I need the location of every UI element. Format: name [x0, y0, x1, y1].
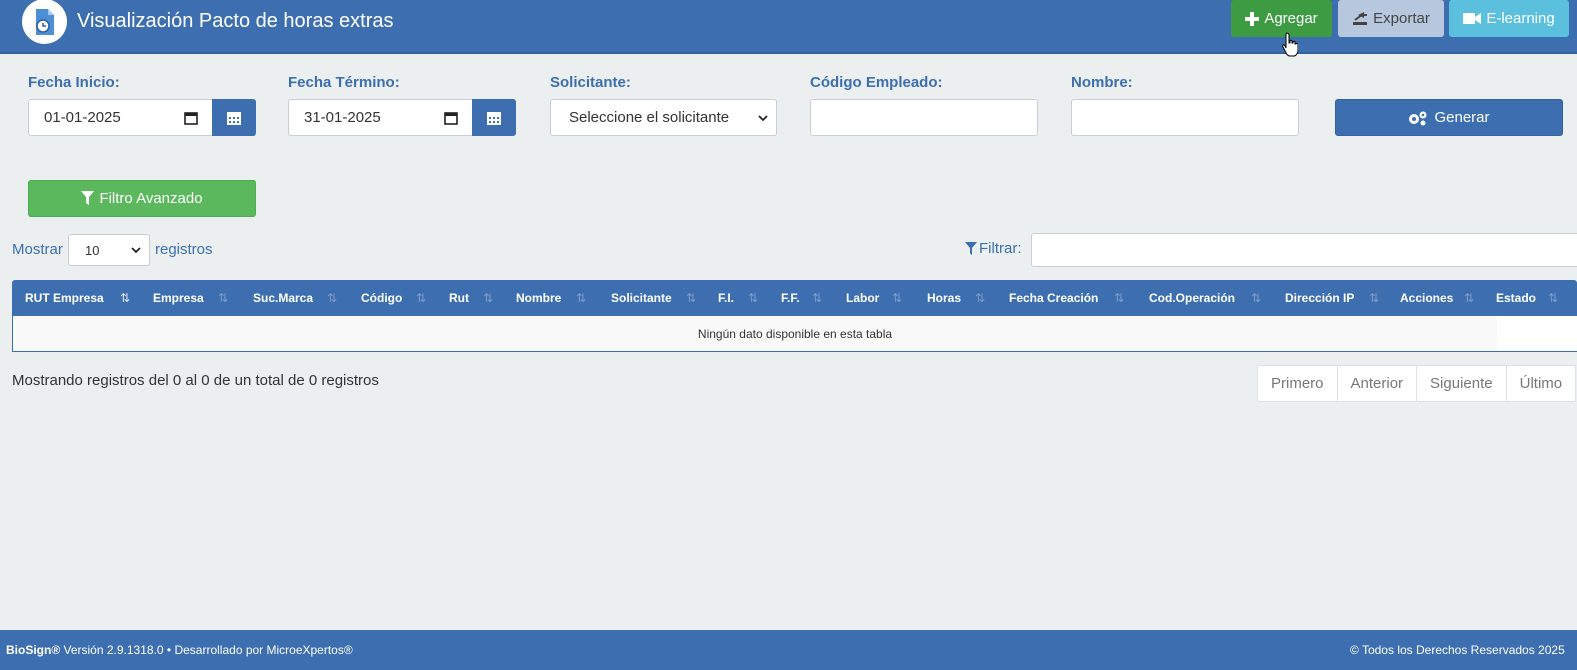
codigo-empleado-label: Código Empleado:	[810, 74, 943, 91]
sort-icon: ⇅	[1464, 291, 1475, 305]
pagination-prev-button[interactable]: Anterior	[1336, 365, 1418, 402]
col-suc-marca[interactable]: Suc.Marca	[253, 280, 313, 316]
calendar-icon	[227, 111, 241, 125]
empty-message: Ningún dato disponible en esta tabla	[697, 326, 893, 341]
table-cell-estado	[1497, 316, 1577, 351]
show-suffix: registros	[155, 241, 213, 258]
video-camera-icon	[1463, 13, 1482, 24]
pagination-first-button[interactable]: Primero	[1257, 365, 1338, 402]
app-header: Visualización Pacto de horas extras Agre…	[0, 0, 1577, 54]
codigo-empleado-input[interactable]	[810, 99, 1038, 136]
sort-icon: ⇅	[1114, 291, 1125, 305]
sort-icon: ⇅	[416, 291, 427, 305]
export-button[interactable]: Exportar	[1338, 0, 1444, 37]
app-footer: BioSign® Versión 2.9.1318.0 • Desarrolla…	[0, 630, 1577, 670]
calendar-small-icon	[444, 111, 458, 125]
col-ff[interactable]: F.F.	[781, 280, 800, 316]
nombre-input[interactable]	[1071, 99, 1299, 136]
page-size-select[interactable]: 10	[68, 234, 150, 266]
sort-asc-icon: ⇅	[120, 291, 131, 305]
col-cod-operacion[interactable]: Cod.Operación	[1149, 280, 1235, 316]
col-labor[interactable]: Labor	[846, 280, 879, 316]
col-direccion-ip[interactable]: Dirección IP	[1285, 280, 1354, 316]
footer-version-text: Versión 2.9.1318.0 • Desarrollado por Mi…	[60, 643, 353, 657]
fecha-inicio-value: 01-01-2025	[44, 109, 121, 126]
document-clock-icon	[22, 0, 67, 44]
col-solicitante[interactable]: Solicitante	[611, 280, 672, 316]
footer-version: BioSign® Versión 2.9.1318.0 • Desarrolla…	[6, 643, 353, 657]
nombre-label: Nombre:	[1071, 74, 1133, 91]
col-empresa[interactable]: Empresa	[153, 280, 204, 316]
sort-icon: ⇅	[327, 291, 338, 305]
sort-icon: ⇅	[483, 291, 494, 305]
sort-icon: ⇅	[1548, 291, 1559, 305]
col-fecha-creacion[interactable]: Fecha Creación	[1009, 280, 1098, 316]
sort-icon: ⇅	[812, 291, 823, 305]
table-header: RUT Empresa ⇅ Empresa ⇅ Suc.Marca ⇅ Códi…	[12, 280, 1577, 316]
fecha-inicio-input[interactable]: 01-01-2025	[28, 99, 213, 136]
generar-button[interactable]: Generar	[1335, 99, 1563, 136]
gears-icon	[1409, 111, 1427, 125]
filtro-avanzado-button[interactable]: Filtro Avanzado	[28, 180, 256, 217]
fecha-termino-input[interactable]: 31-01-2025	[288, 99, 473, 136]
col-fi[interactable]: F.I.	[718, 280, 734, 316]
sort-icon: ⇅	[576, 291, 587, 305]
pagination-next-button[interactable]: Siguiente	[1416, 365, 1507, 402]
sort-icon: ⇅	[1369, 291, 1380, 305]
table-filter-input[interactable]	[1031, 233, 1577, 267]
chevron-down-icon	[131, 247, 141, 254]
col-nombre[interactable]: Nombre	[516, 280, 561, 316]
pagination: Primero Anterior Siguiente Último	[1257, 365, 1577, 402]
sort-icon: ⇅	[686, 291, 697, 305]
fecha-termino-value: 31-01-2025	[304, 109, 381, 126]
plus-icon	[1245, 11, 1260, 26]
col-horas[interactable]: Horas	[927, 280, 961, 316]
fecha-termino-label: Fecha Término:	[288, 74, 400, 91]
filter-label: Filtrar:	[979, 240, 1022, 257]
footer-brand: BioSign®	[6, 643, 61, 657]
hand-cursor-icon	[1282, 32, 1298, 57]
col-rut-empresa[interactable]: RUT Empresa	[25, 280, 104, 316]
elearning-button-label: E-learning	[1486, 10, 1555, 27]
records-info: Mostrando registros del 0 al 0 de un tot…	[12, 372, 379, 389]
generar-button-label: Generar	[1434, 109, 1490, 126]
filtro-avanzado-label: Filtro Avanzado	[99, 190, 203, 207]
fecha-inicio-label: Fecha Inicio:	[28, 74, 120, 91]
sort-icon: ⇅	[218, 291, 229, 305]
funnel-icon	[81, 191, 95, 205]
sort-icon: ⇅	[748, 291, 759, 305]
col-codigo[interactable]: Código	[361, 280, 402, 316]
sort-icon: ⇅	[1251, 291, 1262, 305]
show-prefix: Mostrar	[12, 241, 63, 258]
sort-icon: ⇅	[975, 291, 986, 305]
pagination-last-button[interactable]: Último	[1505, 365, 1577, 402]
fecha-inicio-calendar-button[interactable]	[212, 99, 256, 136]
elearning-button[interactable]: E-learning	[1449, 0, 1569, 37]
solicitante-select[interactable]: Seleccione el solicitante	[550, 99, 777, 136]
page-size-value: 10	[85, 242, 100, 258]
fecha-termino-calendar-button[interactable]	[472, 99, 516, 136]
export-icon	[1353, 12, 1368, 25]
export-button-label: Exportar	[1373, 10, 1430, 27]
col-rut[interactable]: Rut	[449, 280, 469, 316]
solicitante-selected: Seleccione el solicitante	[569, 109, 730, 126]
chevron-down-icon	[758, 114, 768, 121]
page-title: Visualización Pacto de horas extras	[77, 10, 394, 32]
filter-label-group: Filtrar:	[965, 240, 1022, 257]
add-button-label: Agregar	[1264, 10, 1318, 27]
footer-copyright: © Todos los Derechos Reservados 2025	[1350, 643, 1565, 657]
calendar-small-icon	[184, 111, 198, 125]
sort-icon: ⇅	[892, 291, 903, 305]
solicitante-label: Solicitante:	[550, 74, 631, 91]
calendar-icon	[487, 111, 501, 125]
results-table: RUT Empresa ⇅ Empresa ⇅ Suc.Marca ⇅ Códi…	[12, 280, 1577, 352]
col-estado[interactable]: Estado	[1496, 280, 1536, 316]
empty-table-row: Ningún dato disponible en esta tabla	[12, 316, 1577, 352]
col-acciones[interactable]: Acciones	[1400, 280, 1453, 316]
funnel-icon	[965, 241, 977, 255]
